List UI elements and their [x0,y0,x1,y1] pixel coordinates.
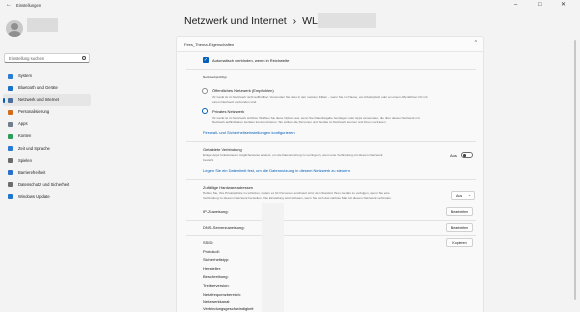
sidebar-item-barrierefreiheit[interactable]: Barrierefreiheit [3,167,91,179]
network-name-redacted [318,13,376,28]
datalimit-link[interactable]: Legen Sie ein Datenlimit fest, um die Da… [203,168,350,173]
prop-protocol: Protokoll: [203,248,220,254]
network-icon [8,97,13,103]
sidebar-item-label: Spielen [18,157,32,163]
random-hw-select[interactable]: Aus ⌄ [451,191,475,200]
window-title: Einstellungen [16,3,42,8]
search-icon[interactable] [82,56,86,60]
metered-toggle[interactable] [461,152,473,158]
close-icon[interactable]: ✕ [561,2,566,8]
sidebar-item-datenschutz-und-sicherheit[interactable]: Datenschutz und Sicherheit [3,179,91,191]
sidebar-item-windows-update[interactable]: Windows Update [3,191,91,203]
public-network-desc-2: einem Netzwerk verbunden sind. [212,99,258,104]
bluetooth-icon [8,85,13,91]
sidebar-item-label: Windows Update [18,193,50,199]
public-network-title: Öffentliches Netzwerk (Empfohlen) [212,88,274,93]
firewall-link[interactable]: Firewall- und Sicherheitseinstellungen k… [203,130,295,135]
profile-type-label: Netzwerkprofiltyp [203,75,227,79]
maximize-icon[interactable]: □ [538,2,542,8]
private-network-title: Privates Netzwerk [212,109,245,114]
search-input[interactable]: Einstellung suchen [4,53,90,63]
prop-link-speed: Verbindungsgeschwindigkeit [203,306,254,311]
metered-title: Getaktete Verbindung [203,147,242,152]
properties-title: Fees_Thema-Eigenschaften [184,42,235,47]
random-hw-desc-2: Verbindung zu diesem Netzwerk herstellen… [203,195,392,200]
autoconnect-checkbox[interactable]: ✓ [203,57,209,63]
sidebar-nav: System Bluetooth und Geräte Netzwerk und I… [3,70,91,203]
random-hw-title: Zufällige Hardwareadressen [203,185,254,190]
divider [186,220,476,221]
ip-edit-button[interactable]: Bearbeiten [446,207,473,216]
metered-desc-2: besteht [203,157,214,162]
user-name-redacted [27,18,58,32]
private-network-desc-2: Netzwerk auffindbaren Geräten kommunizie… [212,120,387,124]
avatar[interactable] [6,20,23,37]
title-bar: ← Einstellungen – □ ✕ [0,0,580,12]
breadcrumb-separator: › [292,15,297,27]
copy-button[interactable]: Kopieren [446,238,473,247]
back-arrow-icon[interactable]: ← [6,2,12,8]
sidebar-item-label: Netzwerk und Internet [18,97,59,103]
breadcrumb-network[interactable]: Netzwerk und Internet [184,15,287,27]
sidebar-item-personalisierung[interactable]: Personalisierung [3,106,91,118]
avatar-body-shape [8,31,21,37]
prop-channel: Netzwerkkanal: [203,299,231,304]
sidebar-item-zeit-und-sprache[interactable]: Zeit und Sprache [3,143,91,155]
sidebar-item-label: System [18,73,32,78]
sidebar-item-label: Konten [18,133,32,139]
clock-globe-icon [8,146,13,152]
radio-public[interactable] [202,88,208,94]
metered-desc: Einige Apps funktionieren möglicherweise… [203,153,383,157]
metered-state: Aus [450,153,457,158]
autoconnect-label: Automatisch verbinden, wenn in Reichweit… [212,58,290,63]
chevron-up-icon[interactable]: ^ [475,40,477,46]
sidebar-item-label: Personalisierung [18,109,50,115]
divider [186,141,476,142]
shield-icon [8,182,13,188]
sidebar-item-label: Zeit und Sprache [18,145,50,151]
radio-private[interactable] [202,108,208,114]
apps-icon [8,121,13,127]
prop-description: Beschreibung: [203,274,229,279]
minimize-icon[interactable]: – [514,2,517,8]
divider [186,235,476,236]
divider [186,69,476,70]
prop-security: Sicherheitstyp: [203,257,230,262]
divider [186,179,476,180]
sidebar-item-label: Datenschutz und Sicherheit [18,181,70,187]
prop-driver-version: Treiberversion: [203,282,230,288]
sidebar-item-label: Barrierefreiheit [18,169,46,175]
scrollbar[interactable] [574,40,576,300]
private-network-desc: Ihr Gerät ist im Netzwerk sichtbar. Wähl… [212,115,420,120]
random-hw-select-value: Aus [456,194,463,198]
public-network-desc: Ihr Gerät ist im Netzwerk nicht auffindb… [212,95,428,99]
sidebar-item-konten[interactable]: Konten [3,130,91,142]
prop-band: Netzfrequenzbereich: [203,292,242,297]
dns-edit-button[interactable]: Bearbeiten [446,223,473,232]
values-redacted [262,203,284,312]
dns-assignment-label: DNS-Serverzuweisung: [203,225,245,230]
ip-assignment-label: IP-Zuweisung: [203,209,229,214]
brush-icon [8,109,13,115]
sidebar-item-apps[interactable]: Apps [3,118,91,130]
chevron-down-icon: ⌄ [467,193,471,197]
search-placeholder: Einstellung suchen [9,56,45,61]
random-hw-desc: Helfen Sie, Ihre Privatsphäre zu schütze… [203,191,390,195]
update-icon [8,194,13,200]
prop-vendor: Hersteller: [203,265,222,271]
sidebar-item-label: Apps [18,121,28,127]
monitor-icon [8,73,13,79]
sidebar-item-label: Bluetooth und Geräte [18,85,58,91]
accessibility-icon [8,170,13,176]
gamepad-icon [8,158,13,164]
sidebar-item-bluetooth-und-geräte[interactable]: Bluetooth und Geräte [3,82,91,94]
prop-ssid: SSID: [203,240,214,245]
person-icon [8,133,13,139]
sidebar-item-netzwerk-und-internet[interactable]: Netzwerk und Internet [3,94,91,107]
avatar-head-shape [11,23,18,30]
sidebar-item-system[interactable]: System [3,70,91,82]
properties-header[interactable]: Fees_Thema-Eigenschaften ^ [176,36,484,52]
sidebar-item-spielen[interactable]: Spielen [3,155,91,167]
sidebar: Einstellung suchen System Bluetooth und G… [0,12,95,312]
